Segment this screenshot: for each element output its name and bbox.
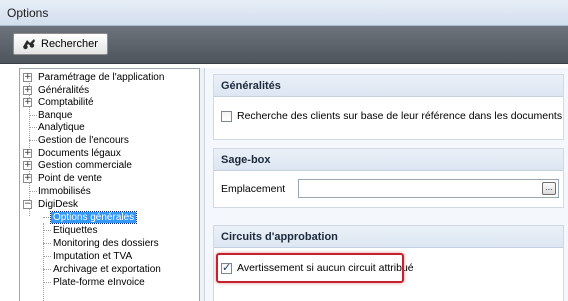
tree-item-immobilises[interactable]: Immobilisés bbox=[23, 185, 93, 198]
tree-line bbox=[43, 243, 51, 244]
panel-header: Sage-box bbox=[214, 149, 563, 171]
tree-item-label: Gestion de l'encours bbox=[38, 135, 129, 146]
tree-item-label: Analytique bbox=[38, 122, 85, 133]
tree-item-label: Plate-forme eInvoice bbox=[53, 277, 145, 288]
tree-item-encours[interactable]: Gestion de l'encours bbox=[23, 134, 131, 147]
tree-item-digidesk[interactable]: − DigiDesk bbox=[23, 198, 80, 211]
tree-item-analytique[interactable]: Analytique bbox=[23, 121, 87, 134]
expand-icon[interactable]: + bbox=[23, 98, 32, 107]
reference-search-checkbox[interactable] bbox=[221, 110, 232, 122]
panel-circuits: Circuits d'approbation Avertissement si … bbox=[213, 225, 564, 301]
expand-icon[interactable]: + bbox=[23, 149, 32, 158]
checkbox-label: Recherche des clients sur base de leur r… bbox=[237, 110, 563, 122]
tree-item-monitoring[interactable]: Monitoring des dossiers bbox=[51, 237, 161, 250]
tree-item-label: Archivage et exportation bbox=[53, 264, 161, 275]
tree-item-label: Documents légaux bbox=[38, 148, 121, 159]
emplacement-field[interactable]: ... bbox=[298, 179, 559, 198]
tree-line bbox=[43, 217, 51, 218]
tree-item-label: Etiquettes bbox=[53, 225, 98, 236]
tree-item-options-generales[interactable]: Options générales bbox=[49, 211, 138, 224]
tree-item-einvoice[interactable]: Plate-forme eInvoice bbox=[51, 276, 147, 289]
panel-generalites: Généralités Recherche des clients sur ba… bbox=[213, 74, 564, 140]
tree-item-label: Imputation et TVA bbox=[53, 251, 133, 262]
window-title: Options bbox=[7, 6, 49, 20]
tree-item-etiquettes[interactable]: Etiquettes bbox=[51, 224, 99, 237]
search-button[interactable]: Rechercher bbox=[13, 33, 108, 55]
tree-item-label: Banque bbox=[38, 110, 73, 121]
tree-line bbox=[43, 256, 51, 257]
tree-line bbox=[43, 223, 44, 301]
panel-header: Circuits d'approbation bbox=[214, 226, 563, 248]
tree-item-label: DigiDesk bbox=[38, 199, 79, 210]
tree-item-archivage[interactable]: Archivage et exportation bbox=[51, 263, 163, 276]
tree-item-comptabilite[interactable]: + Comptabilité bbox=[23, 96, 96, 109]
expand-icon[interactable]: + bbox=[23, 174, 32, 183]
expand-icon[interactable]: + bbox=[23, 161, 32, 170]
tree-item-imputation[interactable]: Imputation et TVA bbox=[51, 250, 134, 263]
tree-line bbox=[43, 269, 51, 270]
emplacement-label: Emplacement bbox=[221, 183, 286, 195]
collapse-icon[interactable]: − bbox=[23, 200, 32, 209]
tree-item-label: Options générales bbox=[49, 211, 138, 224]
expand-icon[interactable]: + bbox=[23, 86, 32, 95]
checkbox-row[interactable]: Recherche des clients sur base de leur r… bbox=[221, 110, 562, 122]
panel-sagebox: Sage-box Emplacement ... bbox=[213, 148, 564, 208]
tree-item-label: Gestion commerciale bbox=[38, 160, 132, 171]
tree-item-label: Point de vente bbox=[38, 173, 102, 184]
panel-header: Généralités bbox=[214, 75, 563, 97]
tree-item-label: Monitoring des dossiers bbox=[53, 238, 159, 249]
toolbar: Rechercher bbox=[0, 26, 568, 64]
tree-item-label: Comptabilité bbox=[38, 97, 94, 108]
browse-button[interactable]: ... bbox=[542, 182, 556, 195]
tree-item-label: Paramétrage de l'application bbox=[38, 72, 165, 83]
binoculars-icon bbox=[22, 38, 36, 50]
tree-item-parametrage[interactable]: + Paramétrage de l'application bbox=[23, 71, 166, 84]
tree-line bbox=[43, 230, 51, 231]
highlight-annotation bbox=[216, 253, 404, 283]
options-content: Généralités Recherche des clients sur ba… bbox=[204, 68, 568, 301]
tree-item-label: Immobilisés bbox=[38, 186, 91, 197]
options-tree[interactable]: + Paramétrage de l'application + Général… bbox=[19, 68, 200, 301]
search-button-label: Rechercher bbox=[41, 38, 98, 50]
tree-item-label: Généralités bbox=[38, 85, 90, 96]
tree-item-point-de-vente[interactable]: + Point de vente bbox=[23, 172, 104, 185]
title-bar: Options bbox=[0, 0, 568, 26]
tree-item-gestion-commerciale[interactable]: + Gestion commerciale bbox=[23, 159, 134, 172]
tree-line bbox=[43, 282, 51, 283]
expand-icon[interactable]: + bbox=[23, 73, 32, 82]
